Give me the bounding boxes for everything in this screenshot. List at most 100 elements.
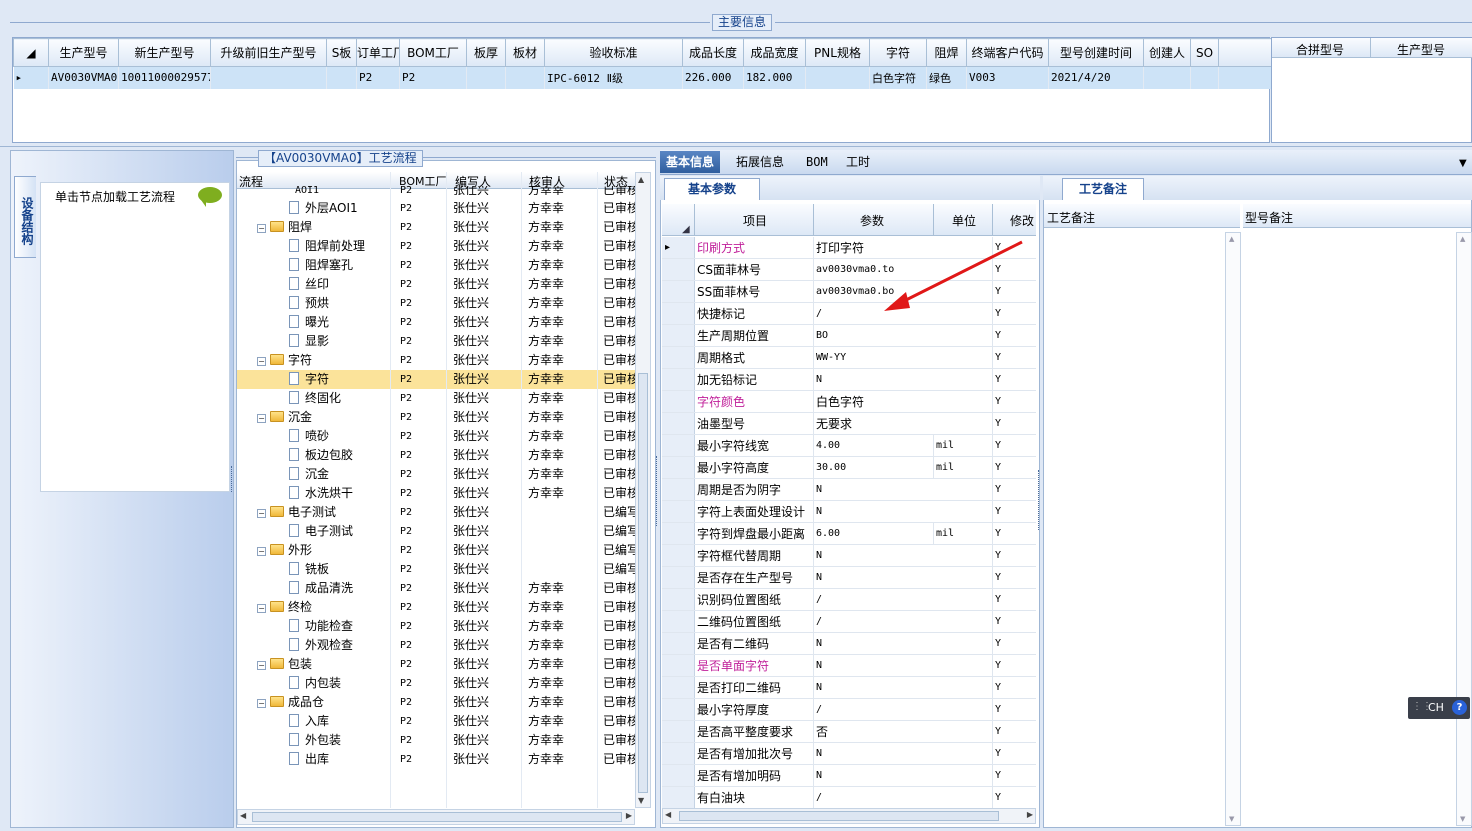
main-col-header[interactable]: 创建人 bbox=[1143, 38, 1191, 67]
tree-row[interactable]: 成品清洗 P2 张仕兴 方幸幸 已审核 bbox=[237, 579, 635, 598]
main-cell[interactable]: 182.000 bbox=[743, 66, 806, 89]
main-cell[interactable] bbox=[505, 66, 545, 89]
row-indicator[interactable]: ▸ bbox=[662, 237, 695, 258]
tree-row[interactable]: − 沉金 P2 张仕兴 方幸幸 已审核 bbox=[237, 408, 635, 427]
param-modify[interactable]: Y bbox=[992, 611, 1036, 633]
flow-horizontal-scrollbar[interactable]: ◀ ▶ bbox=[237, 809, 635, 825]
tree-node[interactable]: 电子测试 bbox=[289, 522, 353, 541]
param-row[interactable]: 字符上表面处理设计 N Y bbox=[662, 501, 1036, 523]
row-indicator[interactable] bbox=[662, 721, 695, 742]
tree-row-partial[interactable]: AOI1 P2 张仕兴 方幸幸 已审核 bbox=[237, 186, 635, 195]
tree-node[interactable]: − 电子测试 bbox=[257, 503, 336, 522]
param-row[interactable]: 油墨型号 无要求 Y bbox=[662, 413, 1036, 435]
tree-node[interactable]: 沉金 bbox=[289, 465, 329, 484]
tree-row[interactable]: 入库 P2 张仕兴 方幸幸 已审核 bbox=[237, 712, 635, 731]
param-modify[interactable]: Y bbox=[992, 501, 1036, 523]
param-value[interactable]: 4.00 bbox=[813, 435, 933, 457]
flow-vertical-scrollbar[interactable]: ▲ ▼ bbox=[635, 172, 651, 808]
process-remark-scrollbar[interactable]: ▲ ▼ bbox=[1225, 232, 1241, 826]
main-cell[interactable] bbox=[326, 66, 357, 89]
tree-row[interactable]: − 终检 P2 张仕兴 方幸幸 已审核 bbox=[237, 598, 635, 617]
param-modify[interactable]: Y bbox=[992, 743, 1036, 765]
tree-node[interactable]: 显影 bbox=[289, 332, 329, 351]
tree-node[interactable]: 喷砂 bbox=[289, 427, 329, 446]
main-col-header[interactable]: 板厚 bbox=[466, 38, 506, 67]
param-value[interactable]: N bbox=[813, 655, 933, 677]
row-indicator[interactable] bbox=[662, 633, 695, 654]
tree-row[interactable]: 外层AOI1 P2 张仕兴 方幸幸 已审核 bbox=[237, 199, 635, 218]
param-value[interactable]: N bbox=[813, 479, 933, 501]
device-tree-box[interactable] bbox=[40, 182, 230, 492]
param-value[interactable]: N bbox=[813, 677, 933, 699]
param-row[interactable]: 是否高平整度要求 否 Y bbox=[662, 721, 1036, 743]
param-modify[interactable]: Y bbox=[992, 523, 1036, 545]
param-row[interactable]: 字符颜色 白色字符 Y bbox=[662, 391, 1036, 413]
main-col-header[interactable]: PNL规格 bbox=[805, 38, 870, 67]
main-col-header[interactable]: 生产型号 bbox=[48, 38, 119, 67]
tree-node[interactable]: 终固化 bbox=[289, 389, 341, 408]
row-indicator[interactable] bbox=[662, 281, 695, 302]
main-cell[interactable]: 10011000029577 bbox=[118, 66, 211, 89]
row-indicator[interactable] bbox=[662, 523, 695, 544]
tree-node[interactable]: 外包装 bbox=[289, 731, 341, 750]
main-col-header[interactable]: 字符 bbox=[869, 38, 927, 67]
tree-row[interactable]: 预烘 P2 张仕兴 方幸幸 已审核 bbox=[237, 294, 635, 313]
tree-row[interactable]: 出库 P2 张仕兴 方幸幸 已审核 bbox=[237, 750, 635, 769]
param-value[interactable]: BO bbox=[813, 325, 933, 347]
tree-row[interactable]: − 电子测试 P2 张仕兴 已编写 bbox=[237, 503, 635, 522]
param-value[interactable]: / bbox=[813, 589, 933, 611]
col-param[interactable]: 参数 bbox=[860, 212, 884, 229]
main-cell[interactable]: 白色字符 bbox=[869, 66, 927, 89]
collapse-icon[interactable]: − bbox=[257, 357, 266, 366]
arrow-left-icon[interactable]: ◀ bbox=[240, 811, 246, 820]
collapse-icon[interactable]: − bbox=[257, 661, 266, 670]
row-indicator[interactable] bbox=[662, 479, 695, 500]
param-modify[interactable]: Y bbox=[992, 479, 1036, 501]
param-modify[interactable]: Y bbox=[992, 413, 1036, 435]
arrow-down-icon[interactable]: ▼ bbox=[1460, 815, 1465, 823]
param-row[interactable]: 最小字符线宽 4.00 mil Y bbox=[662, 435, 1036, 457]
splitter-handle[interactable] bbox=[231, 466, 234, 492]
param-modify[interactable]: Y bbox=[992, 677, 1036, 699]
arrow-up-icon[interactable]: ▲ bbox=[1229, 235, 1234, 243]
param-value[interactable]: N bbox=[813, 501, 933, 523]
param-value[interactable]: 30.00 bbox=[813, 457, 933, 479]
row-indicator[interactable] bbox=[662, 589, 695, 610]
remarks-title[interactable]: 工艺备注 bbox=[1062, 178, 1144, 200]
param-modify[interactable]: Y bbox=[992, 567, 1036, 589]
row-indicator[interactable] bbox=[662, 457, 695, 478]
row-indicator[interactable] bbox=[662, 655, 695, 676]
main-col-header[interactable]: 升级前旧生产型号 bbox=[210, 38, 327, 67]
param-value[interactable]: / bbox=[813, 787, 933, 809]
tree-node[interactable]: 功能检查 bbox=[289, 617, 353, 636]
row-indicator[interactable] bbox=[662, 391, 695, 412]
tree-node[interactable]: 入库 bbox=[289, 712, 329, 731]
tab-device-structure[interactable]: 设备结构 bbox=[14, 176, 36, 258]
param-row[interactable]: 二维码位置图纸 / Y bbox=[662, 611, 1036, 633]
row-indicator-header[interactable]: ◢ bbox=[13, 38, 49, 67]
tree-node[interactable]: 预烘 bbox=[289, 294, 329, 313]
tree-row[interactable]: 显影 P2 张仕兴 方幸幸 已审核 bbox=[237, 332, 635, 351]
splitter-handle[interactable] bbox=[1038, 470, 1041, 530]
main-cell[interactable] bbox=[210, 66, 327, 89]
arrow-right-icon[interactable]: ▶ bbox=[1027, 810, 1033, 819]
tree-row[interactable]: 阻焊塞孔 P2 张仕兴 方幸幸 已审核 bbox=[237, 256, 635, 275]
row-indicator[interactable] bbox=[662, 611, 695, 632]
row-indicator[interactable] bbox=[662, 413, 695, 434]
param-value[interactable]: 6.00 bbox=[813, 523, 933, 545]
collapse-icon[interactable]: − bbox=[257, 414, 266, 423]
merge-model-header[interactable]: 合拼型号 bbox=[1296, 41, 1344, 58]
main-col-header[interactable]: 型号创建时间 bbox=[1048, 38, 1144, 67]
params-title[interactable]: 基本参数 bbox=[664, 178, 760, 200]
param-row[interactable]: 周期是否为阴字 N Y bbox=[662, 479, 1036, 501]
param-modify[interactable]: Y bbox=[992, 545, 1036, 567]
param-row[interactable]: 生产周期位置 BO Y bbox=[662, 325, 1036, 347]
row-indicator[interactable] bbox=[662, 347, 695, 368]
param-modify[interactable]: Y bbox=[992, 325, 1036, 347]
param-modify[interactable]: Y bbox=[992, 435, 1036, 457]
tab-basic-info[interactable]: 基本信息 bbox=[660, 151, 721, 173]
collapse-icon[interactable]: − bbox=[257, 224, 266, 233]
main-cell[interactable]: P2 bbox=[399, 66, 467, 89]
param-value[interactable]: WW-YY bbox=[813, 347, 933, 369]
tree-node[interactable]: 字符 bbox=[289, 370, 329, 389]
